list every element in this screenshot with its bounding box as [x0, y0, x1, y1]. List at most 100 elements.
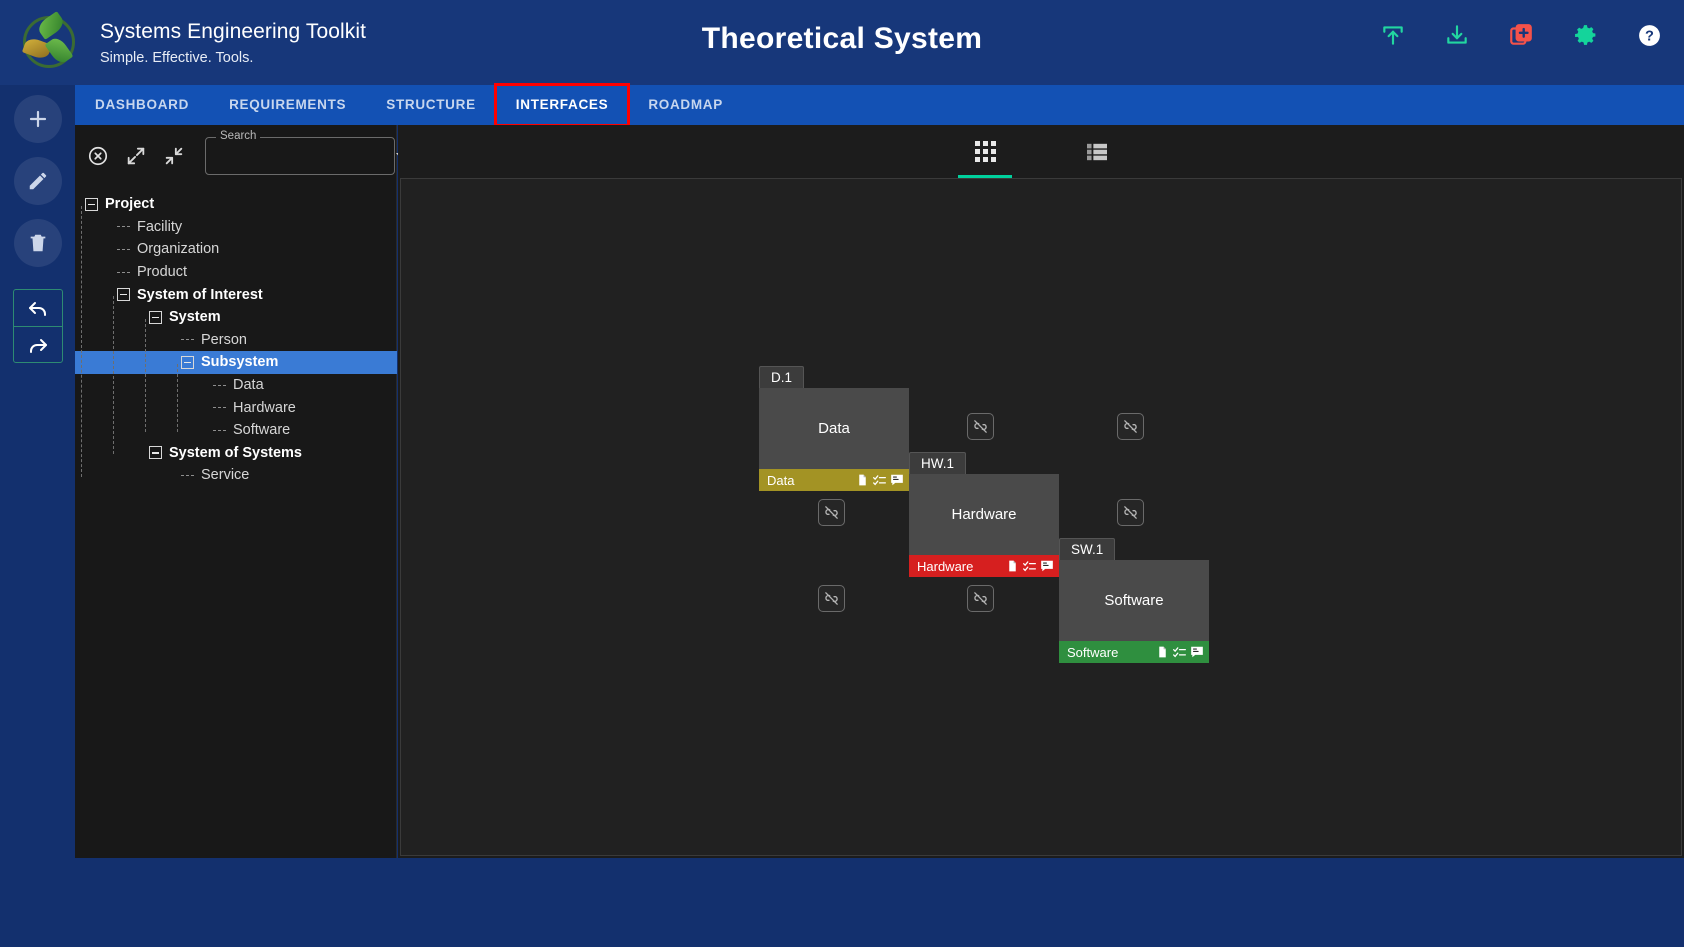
- new-project-icon[interactable]: [1508, 22, 1534, 48]
- checklist-icon: [1023, 561, 1036, 572]
- interface-matrix: D.1 Data Data HW.1 Hardware Hardware SW.1 Softw…: [400, 178, 1682, 856]
- document-icon: [859, 474, 867, 486]
- search-label: Search: [216, 130, 261, 142]
- tree-item-label: Facility: [137, 218, 183, 235]
- tree-connector-icon: [181, 339, 194, 341]
- card-footer-label: Software: [1067, 644, 1119, 660]
- undo-button[interactable]: [14, 290, 62, 326]
- card-footer-icons[interactable]: [1006, 559, 1054, 573]
- no-interface-cell[interactable]: [1117, 499, 1144, 526]
- card-id-tab[interactable]: SW.1: [1059, 538, 1116, 560]
- list-icon: [1087, 143, 1107, 160]
- tree-connector-icon: [117, 226, 130, 228]
- tree-item-data[interactable]: Data: [85, 374, 264, 397]
- tree-item-project[interactable]: Project: [85, 193, 396, 216]
- checklist-icon: [1173, 647, 1186, 658]
- clear-selection-icon[interactable]: [87, 144, 109, 168]
- tree-guide-line: [81, 205, 82, 477]
- broken-link-icon: [1124, 506, 1137, 519]
- tree-toggle-minus-icon[interactable]: [149, 446, 162, 460]
- card-footer-label: Data: [767, 472, 795, 488]
- tree-toggle-minus-icon[interactable]: [85, 197, 98, 211]
- card-id-tab[interactable]: HW.1: [909, 452, 967, 474]
- delete-button[interactable]: [13, 219, 62, 267]
- tree-item-label: Data: [233, 377, 264, 394]
- search-input[interactable]: [220, 148, 396, 164]
- tree-connector-icon: [181, 474, 194, 476]
- card-footer-icons[interactable]: [1156, 645, 1204, 659]
- tree-item-label: Organization: [137, 241, 220, 258]
- card-id-tab[interactable]: D.1: [759, 366, 805, 388]
- tree-item-label: Person: [201, 331, 247, 348]
- search-field[interactable]: Search: [205, 130, 406, 175]
- tree-item-system[interactable]: System: [85, 306, 396, 329]
- tree-connector-icon: [213, 429, 226, 431]
- no-interface-cell[interactable]: [967, 585, 994, 612]
- redo-button[interactable]: [13, 326, 62, 362]
- tree-toggle-minus-icon[interactable]: [117, 288, 130, 302]
- tree-item-label: System of Interest: [137, 286, 263, 303]
- tree-item-software[interactable]: Software: [85, 419, 290, 442]
- tab-interfaces[interactable]: INTERFACES: [493, 83, 631, 127]
- tree-connector-icon: [117, 271, 130, 273]
- tree-connector-icon: [213, 384, 226, 386]
- tree-toggle-minus-icon[interactable]: [149, 310, 162, 324]
- tool-rail: [0, 85, 75, 858]
- tree-item-person[interactable]: Person: [85, 329, 247, 352]
- upload-icon[interactable]: [1380, 22, 1406, 48]
- tree-toggle-minus-icon[interactable]: [181, 355, 194, 369]
- tree-item-label: Project: [105, 196, 155, 213]
- settings-gear-icon[interactable]: [1572, 22, 1598, 48]
- tree-item-label: Product: [137, 264, 187, 281]
- svg-text:?: ?: [1645, 28, 1654, 44]
- card-footer-icons[interactable]: [856, 473, 904, 487]
- card-title: Data: [759, 388, 909, 469]
- broken-link-icon: [974, 420, 987, 433]
- no-interface-cell[interactable]: [818, 499, 845, 526]
- tree-item-organization[interactable]: Organization: [85, 238, 219, 261]
- tree-toolbar: Search: [75, 125, 406, 187]
- tab-dashboard[interactable]: DASHBOARD: [75, 85, 209, 125]
- undo-redo-group: [12, 289, 63, 363]
- tree-item-label: Subsystem: [201, 354, 279, 371]
- brand-block: Systems Engineering Toolkit Simple. Effe…: [100, 20, 366, 66]
- list-view-button[interactable]: [1070, 125, 1124, 178]
- collapse-all-icon[interactable]: [163, 144, 185, 168]
- tree-guide-line: [113, 296, 114, 455]
- card-title: Hardware: [909, 474, 1059, 555]
- edit-button[interactable]: [13, 157, 62, 205]
- broken-link-icon: [825, 506, 838, 519]
- tree-item-hardware[interactable]: Hardware: [85, 396, 296, 419]
- card-footer: Data: [759, 469, 909, 491]
- tree-item-label: System of Systems: [169, 444, 302, 461]
- tree-item-subsystem[interactable]: Subsystem: [75, 351, 397, 374]
- no-interface-cell[interactable]: [1117, 413, 1144, 440]
- tree-item-system-of-interest[interactable]: System of Interest: [85, 283, 396, 306]
- tree-item-system-of-systems[interactable]: System of Systems: [85, 442, 396, 465]
- tree-item-label: Service: [201, 467, 250, 484]
- tab-roadmap[interactable]: ROADMAP: [628, 85, 743, 125]
- tree-item-service[interactable]: Service: [85, 464, 249, 487]
- card-footer-label: Hardware: [917, 558, 974, 574]
- add-button[interactable]: [13, 95, 62, 143]
- download-icon[interactable]: [1444, 22, 1470, 48]
- tree-item-product[interactable]: Product: [85, 261, 187, 284]
- grid-view-button[interactable]: [958, 125, 1012, 178]
- tree-item-facility[interactable]: Facility: [85, 216, 182, 239]
- no-interface-cell[interactable]: [818, 585, 845, 612]
- tree-item-label: Hardware: [233, 399, 296, 416]
- tab-structure[interactable]: STRUCTURE: [366, 85, 496, 125]
- expand-all-icon[interactable]: [125, 144, 147, 168]
- help-icon[interactable]: ?: [1636, 22, 1662, 48]
- app-header: Systems Engineering Toolkit Simple. Effe…: [0, 0, 1684, 85]
- tab-requirements[interactable]: REQUIREMENTS: [209, 85, 366, 125]
- application-root: Systems Engineering Toolkit Simple. Effe…: [0, 0, 1684, 947]
- comment-icon: [1191, 646, 1203, 658]
- tree-item-label: Software: [233, 422, 291, 439]
- broken-link-icon: [1124, 420, 1137, 433]
- no-interface-cell[interactable]: [967, 413, 994, 440]
- grid-icon: [974, 141, 996, 162]
- card-footer: Software: [1059, 641, 1209, 663]
- leaf-trio-logo: [18, 10, 80, 74]
- structure-tree: Project Facility Organization Product System…: [75, 187, 397, 487]
